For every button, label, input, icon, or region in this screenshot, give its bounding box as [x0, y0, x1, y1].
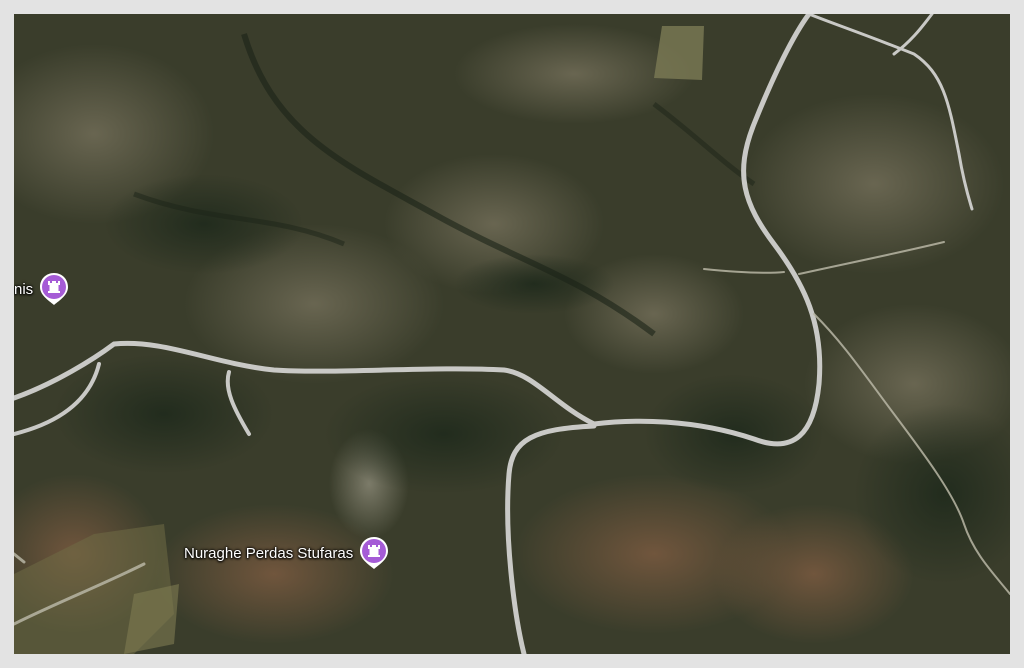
castle-icon — [40, 273, 69, 305]
satellite-terrain — [14, 14, 1010, 654]
map-frame: nis Nuraghe Perdas Stufaras — [0, 0, 1024, 668]
poi-label: nis — [14, 280, 34, 298]
poi-nis[interactable]: nis — [14, 272, 69, 306]
poi-nuraghe-perdas-stufaras[interactable]: Nuraghe Perdas Stufaras — [184, 536, 389, 570]
satellite-map[interactable]: nis Nuraghe Perdas Stufaras — [14, 14, 1010, 654]
castle-icon — [360, 537, 389, 569]
poi-label: Nuraghe Perdas Stufaras — [184, 544, 354, 562]
